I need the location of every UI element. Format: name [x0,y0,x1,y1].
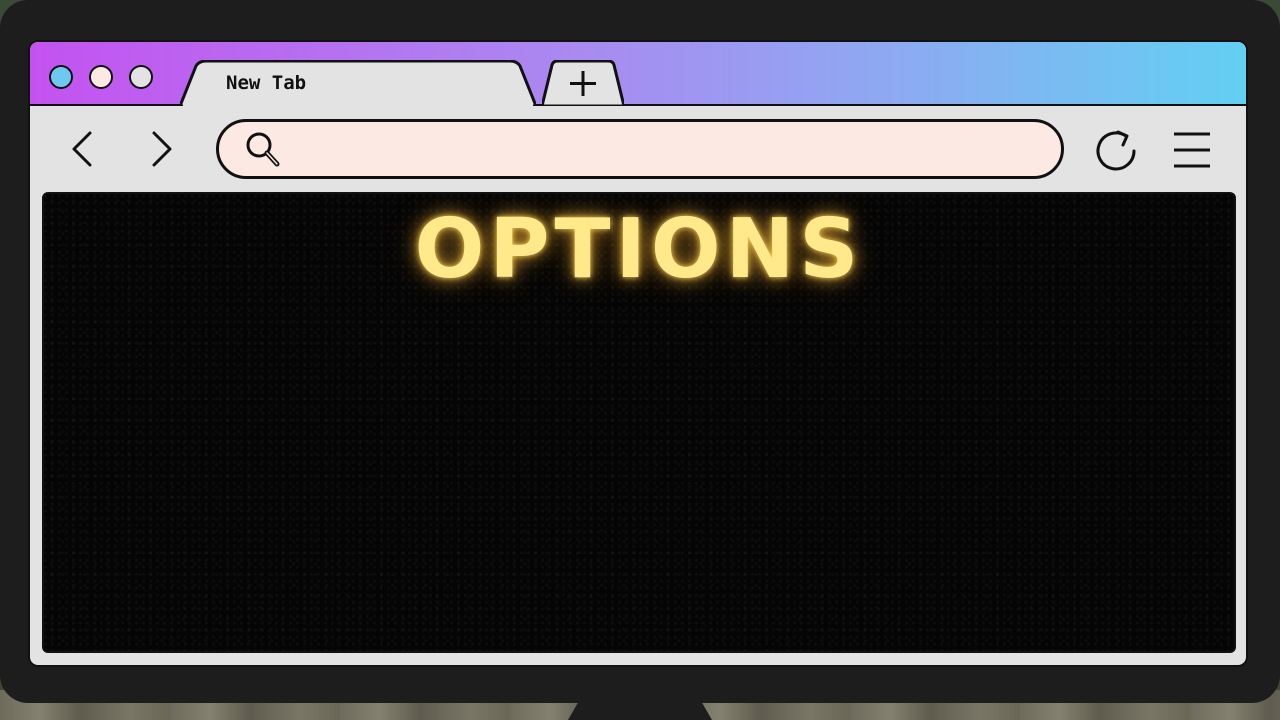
back-button[interactable] [62,128,102,170]
new-tab-button[interactable] [540,59,626,108]
hamburger-menu-icon [1174,132,1210,168]
chevron-left-icon [72,131,92,167]
address-input[interactable] [291,122,1035,178]
menu-button[interactable] [1168,128,1216,172]
monitor-stand [568,700,712,720]
chevron-right-icon [152,131,172,167]
tab-new-tab[interactable]: New Tab [180,60,536,106]
plus-icon [540,59,626,108]
window-maximize-button[interactable] [129,65,153,89]
address-bar[interactable] [216,119,1064,179]
page-title: OPTIONS [414,202,864,297]
tab-strip: New Tab [30,42,1246,108]
reload-button[interactable] [1090,126,1140,174]
browser-window: New Tab OPTIONS [28,40,1248,667]
reload-icon [1096,130,1136,171]
window-minimize-button[interactable] [89,65,113,89]
search-icon [246,132,280,167]
forward-button[interactable] [142,128,182,170]
page-viewport: OPTIONS [42,192,1236,653]
desk-scene: New Tab OPTIONS [0,0,1280,720]
browser-toolbar [30,106,1246,192]
window-close-button[interactable] [49,65,73,89]
tab-label: New Tab [226,72,307,94]
